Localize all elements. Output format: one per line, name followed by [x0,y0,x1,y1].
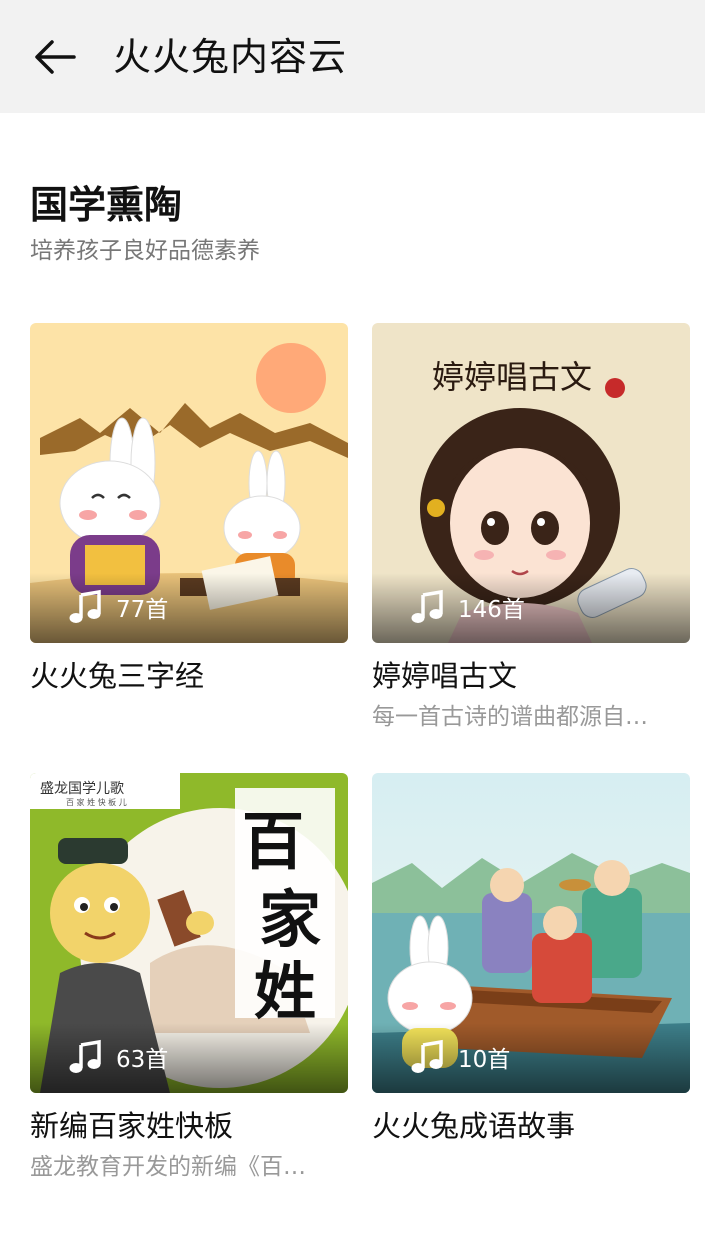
album-cover[interactable]: 盛龙国学儿歌 百 家 姓 快 板 儿 百 家 姓 63首 [30,773,348,1093]
album-name: 火火兔成语故事 [372,1109,576,1143]
section-title: 国学熏陶 [30,183,183,227]
album-name: 婷婷唱古文 [372,659,518,693]
track-count: 63首 [116,1047,169,1073]
cover-title-line: 百 [242,805,304,878]
album-card[interactable]: 盛龙国学儿歌 百 家 姓 快 板 儿 百 家 姓 63首 新编百家姓快板 盛龙教… [30,773,348,1183]
album-name: 新编百家姓快板 [30,1109,234,1143]
cover-tag-sub: 百 家 姓 快 板 儿 [66,797,127,807]
album-card[interactable]: 77首 火火兔三字经 [30,323,348,695]
page-title: 火火兔内容云 [113,35,348,79]
track-count: 146首 [458,597,525,623]
album-card[interactable]: 10首 火火兔成语故事 [372,773,690,1145]
music-note-icon [411,1039,443,1073]
album-description: 盛龙教育开发的新编《百… [30,1154,306,1180]
album-description: 每一首古诗的谱曲都源自… [372,704,648,730]
cover-tag: 盛龙国学儿歌 [40,781,124,797]
cover-title: 婷婷唱古文 [432,358,592,396]
track-count: 10首 [458,1047,511,1073]
album-cover[interactable]: 婷婷唱古文 146首 [372,323,690,643]
album-card[interactable]: 婷婷唱古文 146首 婷婷唱古文 每一首古诗的谱曲都源自… [372,323,690,733]
music-note-icon [69,1039,101,1073]
section-subtitle: 培养孩子良好品德素养 [30,238,260,264]
album-cover[interactable]: 10首 [372,773,690,1093]
album-name: 火火兔三字经 [30,659,205,693]
back-arrow-icon[interactable] [30,30,84,84]
track-count: 77首 [116,597,169,623]
cover-title-line: 家 [259,883,321,956]
album-cover[interactable]: 77首 [30,323,348,643]
cover-title-line: 姓 [254,955,316,1028]
music-note-icon [69,589,101,623]
app-bar: 火火兔内容云 [0,0,705,113]
music-note-icon [411,589,443,623]
